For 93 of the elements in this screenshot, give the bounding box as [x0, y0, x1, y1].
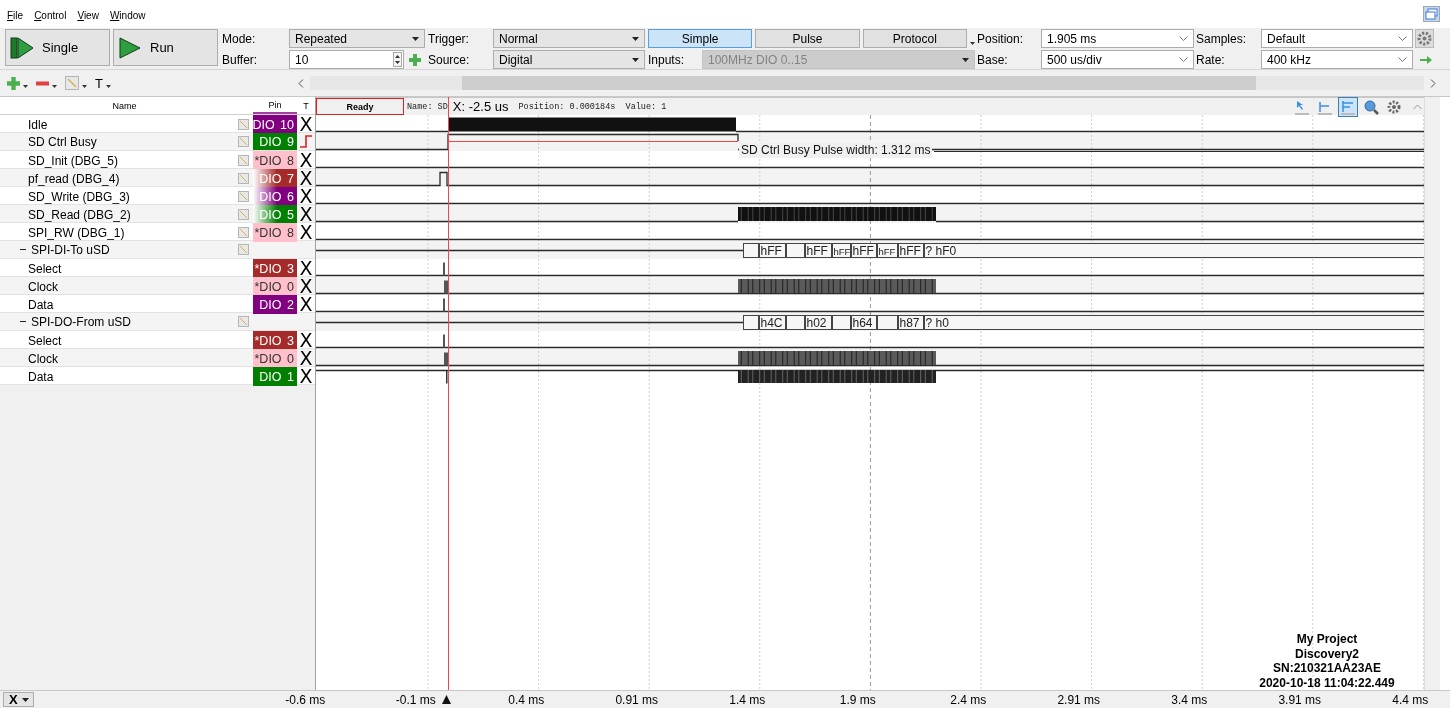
field-label: Mode: — [222, 30, 257, 48]
signal-name: SD_Read (DBG_2) — [28, 207, 131, 222]
run-button[interactable]: Run — [113, 29, 218, 66]
cursor-readout: X: -2.5 us — [452, 99, 509, 114]
field-label: Base: — [977, 51, 1009, 69]
pin-badge[interactable]: DIO 1 — [253, 367, 297, 386]
column-header: Name — [111, 99, 138, 113]
bus-value: hFF — [878, 246, 896, 257]
single-button[interactable]: Single — [5, 29, 110, 66]
field-label: Rate: — [1196, 51, 1226, 69]
rate-combo[interactable]: 400 kHz — [1261, 50, 1413, 69]
name-readout: Name: SD — [407, 101, 448, 112]
trigger-tab[interactable]: Pulse — [755, 29, 860, 48]
text-tool-button[interactable]: T — [95, 75, 111, 91]
trigger-setting[interactable]: X — [299, 205, 313, 224]
menu-item[interactable]: File — [7, 7, 24, 21]
trigger-setting[interactable]: X — [299, 151, 313, 170]
time-tick-label: 3.4 ms — [1171, 692, 1208, 707]
time-tick-label: 1.9 ms — [839, 692, 876, 707]
bus-value: h64 — [852, 316, 873, 330]
time-tick-label: 3.91 ms — [1278, 692, 1322, 707]
field-label: Samples: — [1196, 30, 1248, 48]
time-tick-label: 2.91 ms — [1057, 692, 1101, 707]
time-tick-label: 0.91 ms — [615, 692, 659, 707]
signal-name: SD Ctrl Busy — [28, 134, 97, 149]
time-tick-label: -0.6 ms — [285, 692, 326, 707]
trigger-setting[interactable]: X — [299, 169, 313, 188]
signal-name: SPI_RW (DBG_1) — [28, 225, 125, 240]
menu-item[interactable]: Control — [34, 7, 67, 21]
trigger-setting[interactable]: X — [299, 349, 313, 368]
signal-name: Clock — [28, 351, 58, 366]
time-tick-label: 4.4 ms — [1392, 692, 1429, 707]
device-info: My Project — [1295, 632, 1359, 647]
trigger-setting[interactable]: X — [299, 295, 313, 314]
bus-value: hFF — [899, 244, 921, 258]
time-tick-label: -0.1 ms — [395, 692, 436, 707]
trigger-setting[interactable]: X — [299, 115, 313, 134]
pin-badge[interactable]: DIO 2 — [253, 295, 297, 314]
trigger-setting[interactable]: X — [299, 367, 313, 386]
trigger-setting[interactable]: X — [299, 277, 313, 296]
signal-name: Select — [28, 261, 62, 276]
bus-value: h02 — [806, 316, 827, 330]
field-label: Source: — [428, 51, 471, 69]
position-readout: Position: 0.000184s Value: 1 — [518, 101, 667, 112]
bus-value: ? hF0 — [925, 244, 957, 258]
device-info: 2020-10-18 11:04:22.449 — [1258, 675, 1396, 690]
signal-name: Clock — [28, 279, 58, 294]
bus-value: hFF — [806, 244, 828, 258]
measurement-label: SD Ctrl Busy Pulse width: 1.312 ms — [739, 143, 933, 158]
samples-combo[interactable]: Default — [1261, 29, 1413, 48]
menu-item[interactable]: View — [77, 7, 99, 21]
trigger-setting[interactable]: X — [299, 259, 313, 278]
menu-item[interactable]: Window — [109, 7, 146, 21]
device-info: Discovery2 — [1293, 646, 1360, 661]
field-label: Trigger: — [428, 30, 470, 48]
trigger-tab[interactable]: Protocol — [862, 29, 967, 48]
signal-name: pf_read (DBG_4) — [28, 171, 120, 186]
device-info: SN:210321AA23AE — [1271, 661, 1383, 676]
trigger-setting[interactable]: X — [299, 223, 313, 242]
mode-dropdown[interactable]: Repeated — [289, 29, 425, 48]
signal-name: Idle — [28, 117, 48, 132]
field-label: Buffer: — [222, 51, 259, 69]
bus-value: ? h0 — [925, 316, 949, 330]
time-tick-label: 1.4 ms — [729, 692, 766, 707]
trigger-tab[interactable]: Simple — [648, 29, 753, 48]
bus-value: hFF — [833, 246, 851, 257]
signal-name: SPI-DI-To uSD — [31, 242, 110, 257]
bus-value: h87 — [899, 316, 920, 330]
pin-badge[interactable]: *DIO 8 — [253, 223, 297, 242]
signal-name: SD_Init (DBG_5) — [28, 153, 119, 168]
trigger-dropdown[interactable]: Normal — [493, 29, 645, 48]
column-header: T — [302, 99, 310, 113]
bus-value: hFF — [852, 244, 874, 258]
trigger-setting[interactable]: X — [299, 187, 313, 206]
time-tick-label: 2.4 ms — [950, 692, 987, 707]
time-tick-label: 0.4 ms — [508, 692, 545, 707]
field-label: Inputs: — [648, 51, 686, 69]
signal-name: Data — [28, 297, 54, 312]
trigger-setting[interactable]: X — [299, 331, 313, 350]
signal-name: SD_Write (DBG_3) — [28, 189, 130, 204]
signal-name: Select — [28, 333, 62, 348]
base-combo[interactable]: 500 us/div — [1041, 50, 1194, 69]
buffer-spinbox[interactable]: 10 — [289, 50, 404, 69]
field-label: Position: — [977, 30, 1025, 48]
signal-name: Data — [28, 369, 54, 384]
position-combo[interactable]: 1.905 ms — [1041, 29, 1194, 48]
cursor-menu-button[interactable]: X — [3, 692, 34, 707]
bus-value: hFF — [760, 244, 782, 258]
source-dropdown[interactable]: Digital — [493, 50, 645, 69]
signal-name: SPI-DO-From uSD — [31, 314, 131, 329]
status-indicator: Ready — [316, 98, 404, 115]
pin-badge[interactable]: DIO 9 — [253, 133, 297, 150]
bus-value: h4C — [760, 316, 783, 330]
